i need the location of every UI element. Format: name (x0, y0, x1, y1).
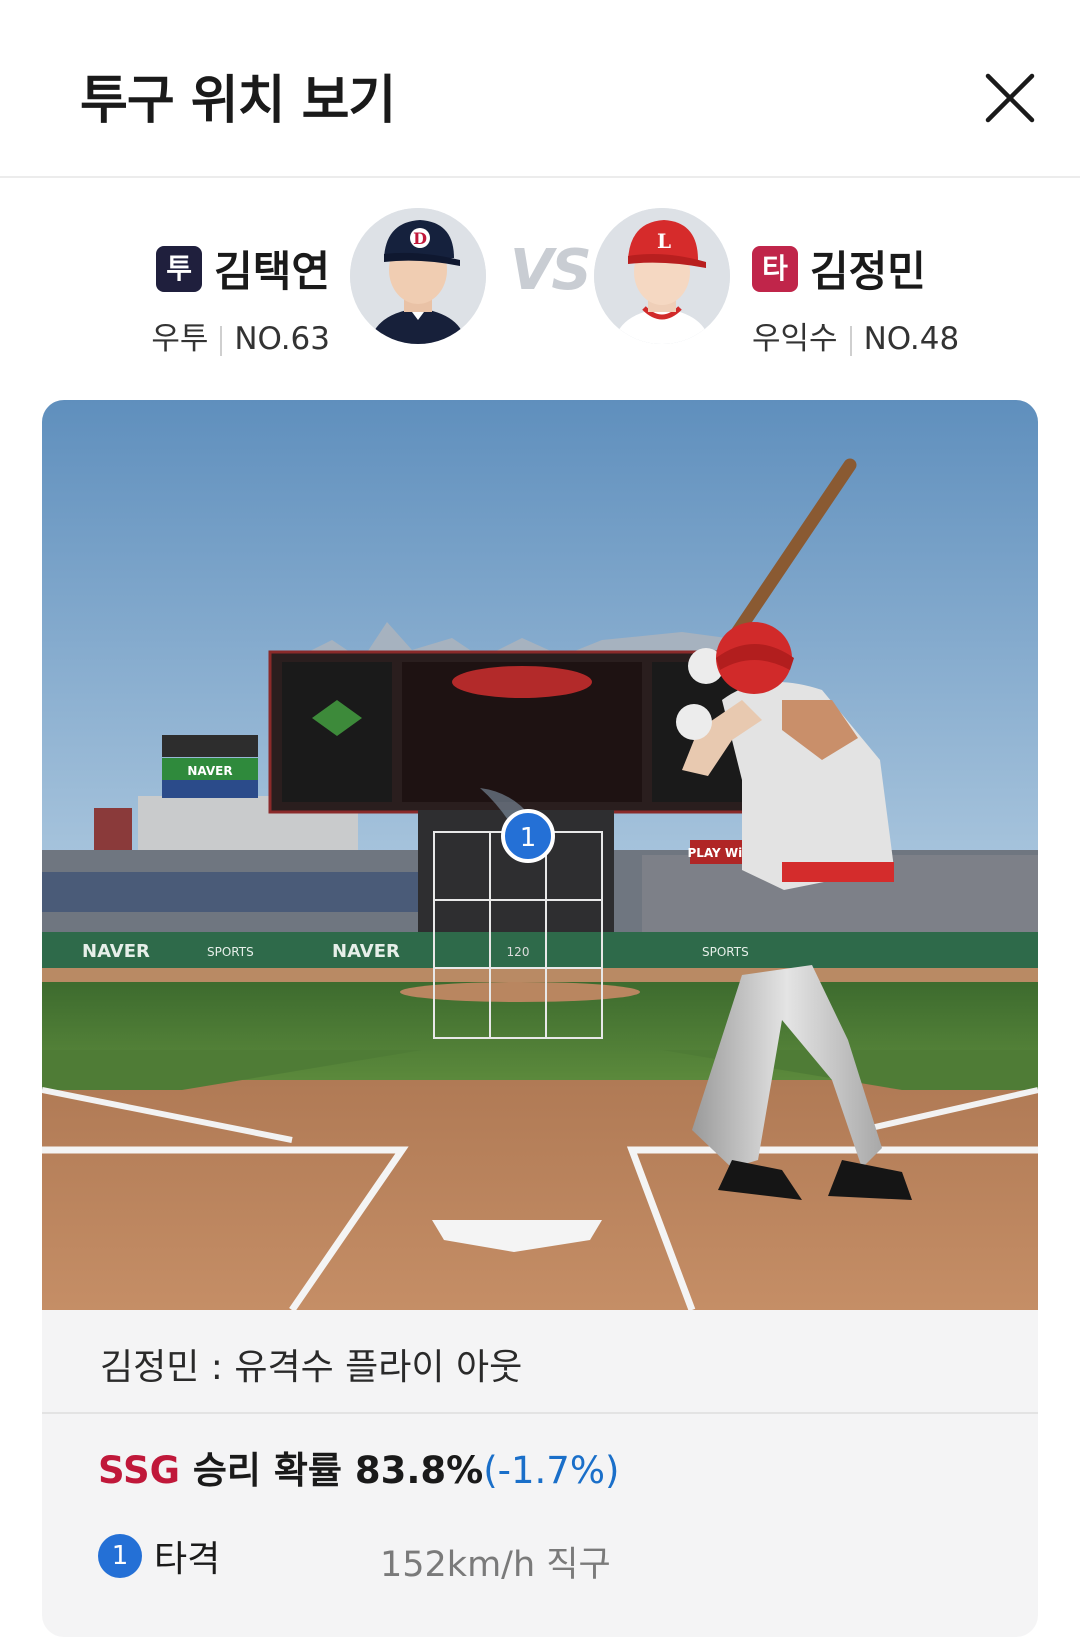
stadium-scene: NAVER NAVER NAVER SPORTS SPORTS PLAY Wit… (42, 400, 1038, 1310)
batter-number: NO.48 (863, 321, 960, 357)
meta-divider (220, 325, 223, 356)
meta-divider (849, 325, 852, 356)
batter-info: 타 김정민 우익수 NO.48 (752, 238, 959, 358)
close-icon[interactable] (982, 70, 1038, 126)
win-probability-delta: (-1.7%) (483, 1449, 620, 1492)
pitcher-role-badge: 투 (156, 245, 203, 292)
svg-text:L: L (657, 229, 671, 253)
pitcher-name: 김택연 (214, 247, 330, 296)
sheet-header: 투구 위치 보기 (0, 0, 1080, 178)
pitcher-info: 투 김택연 우투 NO.63 (150, 238, 330, 358)
svg-text:D: D (413, 229, 427, 248)
batter-role-badge: 타 (752, 245, 798, 292)
batter-name: 김정민 (810, 247, 926, 296)
pitch-marker-number: 1 (520, 823, 537, 853)
pitch-marker[interactable]: 1 (501, 809, 555, 863)
win-probability-team: SSG (98, 1449, 181, 1492)
pitch-detail: 152km/h 직구 (380, 1536, 611, 1587)
ad-board-naver: NAVER (82, 941, 150, 962)
naver-sign: NAVER (187, 764, 232, 778)
pitcher-avatar: D (350, 208, 486, 344)
pitcher-position: 우투 (151, 321, 209, 357)
pitch-number-badge: 1 (98, 1534, 142, 1578)
batter-avatar: L (594, 208, 730, 344)
card-divider (42, 1412, 1038, 1414)
strike-zone-label: 120 (507, 945, 530, 959)
ad-board-sports: SPORTS (702, 945, 749, 959)
pitch-location-sheet: 투구 위치 보기 투 김택연 우투 NO.63 D VS L 타 김정민 우익수… (0, 0, 1080, 1637)
win-probability-value: 83.8% (354, 1449, 484, 1492)
pitch-result: 타격 (154, 1539, 221, 1580)
pitch-card: NAVER NAVER NAVER SPORTS SPORTS PLAY Wit… (42, 400, 1038, 1637)
pitch-type: 직구 (546, 1545, 611, 1585)
vs-label: VS (510, 238, 592, 303)
play-result: 김정민 : 유격수 플라이 아웃 (100, 1347, 523, 1388)
ad-board-sports: SPORTS (207, 945, 254, 959)
batter-position: 우익수 (752, 321, 838, 357)
ad-board-naver: NAVER (332, 941, 400, 962)
page-title: 투구 위치 보기 (80, 71, 396, 131)
win-probability: SSG 승리 확률 83.8%(-1.7%) (98, 1440, 619, 1494)
pitcher-number: NO.63 (234, 321, 330, 357)
pitch-speed: 152km/h (380, 1545, 536, 1585)
win-probability-label: 승리 확률 (180, 1449, 355, 1492)
